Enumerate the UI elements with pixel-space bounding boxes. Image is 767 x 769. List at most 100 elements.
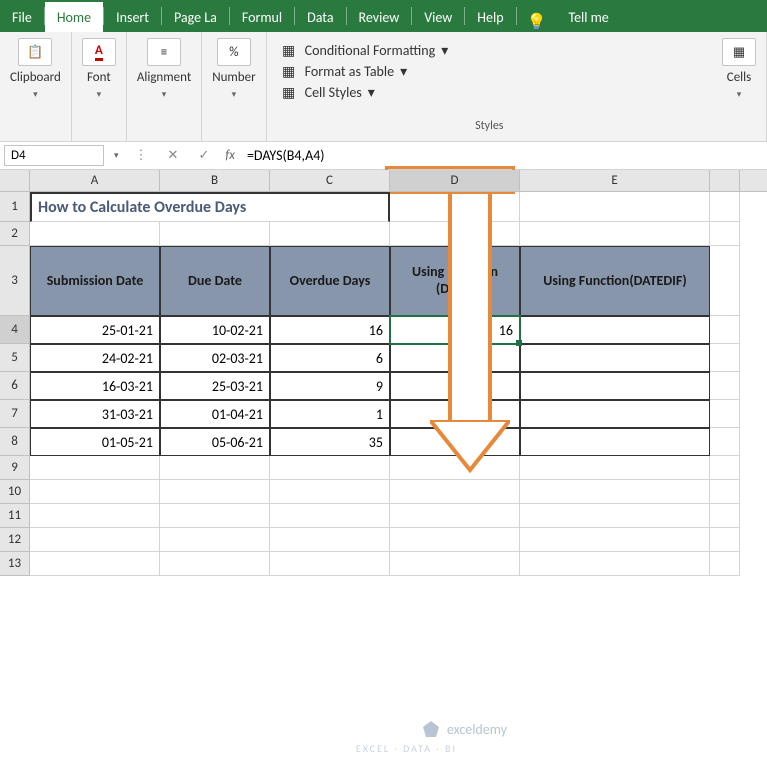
cell[interactable] xyxy=(710,316,740,344)
cell[interactable] xyxy=(710,552,740,576)
cell-submission-date[interactable]: 16-03-21 xyxy=(30,372,160,400)
cell[interactable] xyxy=(30,552,160,576)
cell[interactable] xyxy=(710,372,740,400)
cell-submission-date[interactable]: 31-03-21 xyxy=(30,400,160,428)
cell-using-datedif[interactable] xyxy=(520,400,710,428)
cell[interactable] xyxy=(160,528,270,552)
row-header[interactable]: 11 xyxy=(0,504,30,528)
cell[interactable] xyxy=(390,192,520,222)
conditional-formatting-button[interactable]: ▦ Conditional Formatting ▾ xyxy=(279,40,700,61)
cell-overdue-days[interactable]: 9 xyxy=(270,372,390,400)
cell[interactable] xyxy=(520,222,710,246)
cell[interactable] xyxy=(160,480,270,504)
select-all-corner[interactable] xyxy=(0,170,30,191)
cell[interactable] xyxy=(710,192,740,222)
cells-button[interactable]: ▦ Cells ▾ xyxy=(722,38,756,100)
cell[interactable] xyxy=(710,246,740,316)
tab-insert[interactable]: Insert xyxy=(104,2,161,32)
cell[interactable] xyxy=(520,480,710,504)
row-header[interactable]: 4 xyxy=(0,316,30,344)
row-header[interactable]: 8 xyxy=(0,428,30,456)
cell[interactable] xyxy=(520,504,710,528)
cell[interactable] xyxy=(710,456,740,480)
cell[interactable] xyxy=(30,222,160,246)
cell-using-days[interactable] xyxy=(390,344,520,372)
col-header-b[interactable]: B xyxy=(160,170,270,191)
col-header-c[interactable]: C xyxy=(270,170,390,191)
cell-using-datedif[interactable] xyxy=(520,344,710,372)
format-as-table-button[interactable]: ▦ Format as Table ▾ xyxy=(279,61,700,82)
row-header[interactable]: 10 xyxy=(0,480,30,504)
cell[interactable] xyxy=(520,192,710,222)
cell-using-days[interactable] xyxy=(390,372,520,400)
clipboard-button[interactable]: 📋 Clipboard ▾ xyxy=(10,38,61,100)
row-header[interactable]: 9 xyxy=(0,456,30,480)
cell-using-days[interactable]: 16 xyxy=(390,316,520,344)
col-header-e[interactable]: E xyxy=(520,170,710,191)
col-header-d[interactable]: D xyxy=(390,170,520,191)
cell[interactable] xyxy=(30,504,160,528)
cell[interactable] xyxy=(390,528,520,552)
row-header[interactable]: 13 xyxy=(0,552,30,576)
name-box[interactable] xyxy=(4,145,104,166)
tab-formulas[interactable]: Formul xyxy=(230,2,294,32)
cell[interactable] xyxy=(710,222,740,246)
row-header[interactable]: 6 xyxy=(0,372,30,400)
cell-due-date[interactable]: 02-03-21 xyxy=(160,344,270,372)
header-due-date[interactable]: Due Date xyxy=(160,246,270,316)
cell[interactable] xyxy=(270,456,390,480)
lightbulb-icon[interactable]: 💡 xyxy=(517,12,557,32)
cell-using-datedif[interactable] xyxy=(520,316,710,344)
cell-overdue-days[interactable]: 16 xyxy=(270,316,390,344)
cell[interactable] xyxy=(160,504,270,528)
tab-home[interactable]: Home xyxy=(45,2,103,32)
cell-using-days[interactable] xyxy=(390,400,520,428)
cell[interactable] xyxy=(30,480,160,504)
cell-styles-button[interactable]: ▦ Cell Styles ▾ xyxy=(279,82,700,103)
cell-submission-date[interactable]: 24-02-21 xyxy=(30,344,160,372)
header-overdue-days[interactable]: Overdue Days xyxy=(270,246,390,316)
row-header[interactable]: 12 xyxy=(0,528,30,552)
cell-overdue-days[interactable]: 6 xyxy=(270,344,390,372)
cell[interactable] xyxy=(160,552,270,576)
cell-due-date[interactable]: 25-03-21 xyxy=(160,372,270,400)
cell[interactable] xyxy=(390,552,520,576)
cell[interactable] xyxy=(30,456,160,480)
fx-icon[interactable]: fx xyxy=(219,148,241,163)
enter-button[interactable]: ✓ xyxy=(188,148,219,163)
cell[interactable] xyxy=(710,428,740,456)
tab-help[interactable]: Help xyxy=(465,2,515,32)
cell[interactable] xyxy=(520,552,710,576)
tab-page-layout[interactable]: Page La xyxy=(162,2,229,32)
cell[interactable] xyxy=(270,528,390,552)
header-submission-date[interactable]: Submission Date xyxy=(30,246,160,316)
cell-using-days[interactable] xyxy=(390,428,520,456)
cell-using-datedif[interactable] xyxy=(520,428,710,456)
number-button[interactable]: % Number ▾ xyxy=(212,38,255,100)
title-cell[interactable]: How to Calculate Overdue Days xyxy=(30,192,390,222)
namebox-dropdown[interactable]: ▾ xyxy=(108,150,125,161)
cell[interactable] xyxy=(270,552,390,576)
tell-me[interactable]: Tell me xyxy=(556,2,620,32)
cell-overdue-days[interactable]: 1 xyxy=(270,400,390,428)
cell[interactable] xyxy=(390,480,520,504)
cell[interactable] xyxy=(390,222,520,246)
cell[interactable] xyxy=(710,528,740,552)
font-button[interactable]: A Font ▾ xyxy=(82,38,116,100)
row-header-1[interactable]: 1 xyxy=(0,192,30,222)
cell-due-date[interactable]: 05-06-21 xyxy=(160,428,270,456)
cell-due-date[interactable]: 01-04-21 xyxy=(160,400,270,428)
cell[interactable] xyxy=(160,456,270,480)
cell[interactable] xyxy=(30,528,160,552)
row-header[interactable]: 5 xyxy=(0,344,30,372)
tab-data[interactable]: Data xyxy=(295,2,345,32)
cell[interactable] xyxy=(270,222,390,246)
header-using-days[interactable]: Using Function (DAYS) xyxy=(390,246,520,316)
cell[interactable] xyxy=(520,528,710,552)
fx-dots[interactable]: ⋮ xyxy=(125,148,158,163)
col-header-f[interactable] xyxy=(710,170,740,191)
header-using-datedif[interactable]: Using Function(DATEDIF) xyxy=(520,246,710,316)
formula-input[interactable]: =DAYS(B4,A4) xyxy=(241,145,767,166)
cancel-button[interactable]: ✕ xyxy=(158,148,189,163)
cell-using-datedif[interactable] xyxy=(520,372,710,400)
